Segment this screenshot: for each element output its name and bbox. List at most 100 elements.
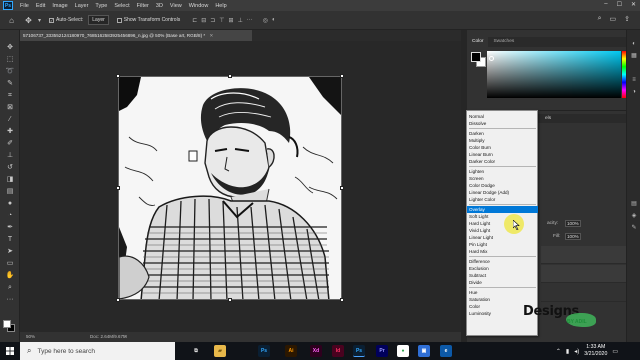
menu-layer[interactable]: Layer [75,3,89,9]
crop-tool-icon[interactable]: ⌗ [5,92,15,100]
blend-mode-option[interactable]: Hard Light [467,220,538,227]
type-tool-icon[interactable]: T [5,236,15,244]
eraser-tool-icon[interactable]: ◨ [5,176,15,184]
notifications-icon[interactable]: ▭ [612,348,618,355]
shape-tool-icon[interactable]: ▭ [5,260,15,268]
gradient-tool-icon[interactable]: ▤ [5,188,15,196]
blend-mode-option[interactable]: Multiply [467,137,538,144]
3d-rotate-icon[interactable]: ◐ [272,17,276,23]
panel-foreground-swatch[interactable] [471,52,481,62]
transform-handle-bottom[interactable] [228,298,232,302]
transform-handle-top-right[interactable] [340,74,344,78]
align-center-icon[interactable]: ⊟ [201,17,206,24]
move-tool-icon[interactable]: ✥ [5,44,15,52]
blend-mode-option[interactable]: Pin Light [467,241,538,248]
align-top-icon[interactable]: ⊤ [219,17,224,24]
volume-icon[interactable]: ◂) [574,348,579,355]
blend-mode-option[interactable]: Color Burn [467,144,538,151]
task-view-icon[interactable]: ⧉ [190,345,202,357]
blend-mode-option[interactable]: Darken [467,130,538,137]
blend-mode-option[interactable]: Linear Light [467,234,538,241]
menu-help[interactable]: Help [215,3,226,9]
search-icon[interactable]: ⌕ [598,15,602,23]
marquee-tool-icon[interactable]: ⬚ [5,56,15,64]
layer-row[interactable] [541,284,626,302]
hand-tool-icon[interactable]: ✋ [5,272,15,280]
close-button[interactable]: ✕ [631,1,636,8]
healing-brush-icon[interactable]: ✚ [5,128,15,136]
blend-mode-option[interactable]: Lighter Color [467,196,538,203]
zoom-level[interactable]: 50% [26,332,35,342]
brush-tool-icon[interactable]: ✐ [5,140,15,148]
clone-stamp-icon[interactable]: ⊥ [5,152,15,160]
menu-window[interactable]: Window [189,3,209,9]
blend-mode-option[interactable]: Lighten [467,168,538,175]
blend-mode-option[interactable]: Dissolve [467,120,538,127]
fill-field[interactable]: 100% [565,233,581,240]
show-transform-checkbox[interactable] [116,17,122,23]
status-menu-arrow[interactable]: > [124,332,127,342]
blend-mode-option[interactable]: Color Dodge [467,182,538,189]
menu-filter[interactable]: Filter [137,3,149,9]
maximize-button[interactable]: ☐ [617,1,622,8]
transform-handle-top[interactable] [228,74,232,78]
menu-image[interactable]: Image [52,3,67,9]
frame-tool-icon[interactable]: ⊠ [5,104,15,112]
transform-handle-right[interactable] [340,186,344,190]
close-tab-icon[interactable]: ✕ [209,33,213,38]
align-left-icon[interactable]: ⊏ [192,17,197,24]
align-bottom-icon[interactable]: ⊥ [238,17,243,24]
blend-mode-option[interactable]: Screen [467,175,538,182]
taskbar-search[interactable]: ⌕ Type here to search [20,342,175,360]
edge-icon[interactable]: e [440,345,452,357]
more-tools-icon[interactable]: ··· [5,296,15,304]
tab-channels-partial[interactable]: els [545,116,551,121]
workspace-icon[interactable]: ▭ [610,15,617,23]
align-middle-icon[interactable]: ⊞ [229,17,234,24]
channels-panel-icon[interactable]: ◈ [630,212,638,220]
document-canvas[interactable] [118,76,342,300]
blend-mode-option[interactable]: Normal [467,113,538,120]
history-brush-icon[interactable]: ↺ [5,164,15,172]
blend-mode-dropdown[interactable]: Normal Dissolve Darken Multiply Color Burn Li… [466,110,538,336]
blend-mode-option[interactable]: Overlay [467,206,538,213]
transform-handle-top-left[interactable] [116,74,120,78]
photoshop-active-icon[interactable]: Ps [353,345,365,357]
tab-swatches[interactable]: Swatches [488,37,519,47]
menu-select[interactable]: Select [114,3,129,9]
transform-handle-bottom-left[interactable] [116,298,120,302]
photoshop-icon[interactable]: Ps [258,345,270,357]
blend-mode-option[interactable]: Soft Light [467,213,538,220]
path-select-tool-icon[interactable]: ➤ [5,248,15,256]
foreground-color-swatch[interactable] [3,320,11,328]
chrome-icon[interactable]: ● [397,345,409,357]
properties-panel-icon[interactable]: ≡ [630,76,638,84]
network-icon[interactable]: ▮ [566,348,569,355]
layers-panel-icon[interactable]: ▤ [630,200,638,208]
chevron-down-icon[interactable]: ▾ [38,17,41,24]
share-icon[interactable]: ⇪ [624,15,630,23]
windows-start-icon[interactable] [6,347,14,355]
tab-color[interactable]: Color [467,37,489,47]
layer-row[interactable] [541,265,626,283]
eyedropper-tool-icon[interactable]: ⁄ [5,116,15,124]
blend-mode-option[interactable]: Subtract [467,272,538,279]
dodge-tool-icon[interactable]: ◔ [5,212,15,220]
chevron-up-icon[interactable]: ⌃ [556,348,561,355]
pen-tool-icon[interactable]: ✒ [5,224,15,232]
illustrator-icon[interactable]: Ai [285,345,297,357]
blend-mode-option[interactable]: Saturation [467,296,538,303]
transform-handle-left[interactable] [116,186,120,190]
auto-select-checkbox[interactable]: ✓ [49,17,55,23]
paths-panel-icon[interactable]: ✎ [630,224,638,232]
blend-mode-option[interactable]: Linear Burn [467,151,538,158]
blend-mode-option[interactable]: Divide [467,279,538,286]
menu-edit[interactable]: Edit [36,3,45,9]
color-picker-field[interactable] [487,51,621,98]
blend-mode-option[interactable]: Hue [467,289,538,296]
file-explorer-icon[interactable]: ▰ [214,345,226,357]
opacity-field[interactable]: 100% [565,220,581,227]
lasso-tool-icon[interactable]: ➰ [5,68,15,76]
canvas-area[interactable] [20,41,461,332]
menu-3d[interactable]: 3D [156,3,163,9]
